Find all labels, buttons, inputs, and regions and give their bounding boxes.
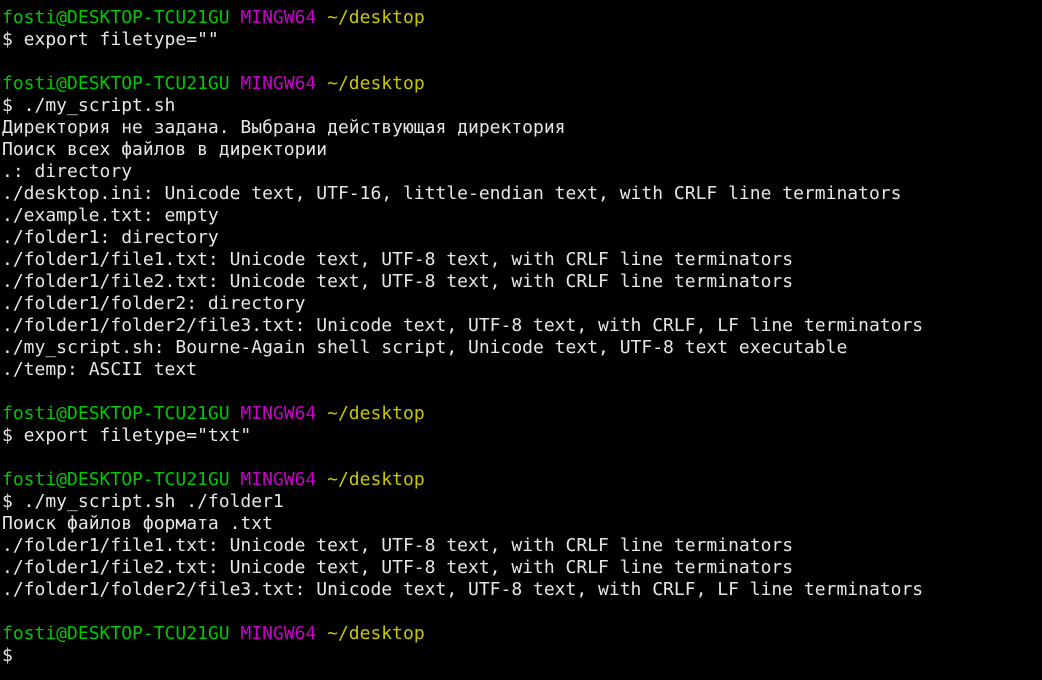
prompt-system: MINGW64 [240, 73, 317, 94]
command-line: $ ./my_script.sh [2, 95, 176, 116]
prompt-path: ~/desktop [327, 7, 425, 28]
prompt-user-host: fosti@DESKTOP-TCU21GU [2, 469, 230, 490]
prompt-system: MINGW64 [240, 623, 317, 644]
output-line: ./desktop.ini: Unicode text, UTF-16, lit… [2, 183, 902, 204]
prompt-line: fosti@DESKTOP-TCU21GU MINGW64 ~/desktop [2, 7, 1042, 29]
output-line: ./folder1: directory [2, 227, 219, 248]
output-line: ./my_script.sh: Bourne-Again shell scrip… [2, 337, 848, 358]
command-line: $ ./my_script.sh ./folder1 [2, 491, 284, 512]
prompt-path: ~/desktop [327, 403, 425, 424]
prompt-path: ~/desktop [327, 623, 425, 644]
prompt-path: ~/desktop [327, 73, 425, 94]
command-line: $ export filetype="" [2, 29, 219, 50]
output-line: Поиск всех файлов в директории [2, 139, 328, 160]
output-line: Директория не задана. Выбрана действующа… [2, 117, 566, 138]
prompt-system: MINGW64 [240, 7, 317, 28]
prompt-line: fosti@DESKTOP-TCU21GU MINGW64 ~/desktop [2, 623, 1042, 645]
prompt-line: fosti@DESKTOP-TCU21GU MINGW64 ~/desktop [2, 73, 1042, 95]
output-line: ./folder1/file1.txt: Unicode text, UTF-8… [2, 249, 794, 270]
command-line: $ export filetype="txt" [2, 425, 252, 446]
output-line: Поиск файлов формата .txt [2, 513, 273, 534]
command-line[interactable]: $ [2, 645, 1042, 667]
output-line: ./folder1/folder2/file3.txt: Unicode tex… [2, 579, 924, 600]
output-line: ./temp: ASCII text [2, 359, 198, 380]
prompt-user-host: fosti@DESKTOP-TCU21GU [2, 403, 230, 424]
output-line: ./folder1/file1.txt: Unicode text, UTF-8… [2, 535, 794, 556]
prompt-line: fosti@DESKTOP-TCU21GU MINGW64 ~/desktop [2, 469, 1042, 491]
prompt-system: MINGW64 [240, 403, 317, 424]
prompt-user-host: fosti@DESKTOP-TCU21GU [2, 73, 230, 94]
terminal-window[interactable]: fosti@DESKTOP-TCU21GU MINGW64 ~/desktop $… [0, 0, 1042, 680]
output-line: .: directory [2, 161, 133, 182]
output-line: ./example.txt: empty [2, 205, 219, 226]
output-line: ./folder1/folder2: directory [2, 293, 306, 314]
prompt-user-host: fosti@DESKTOP-TCU21GU [2, 7, 230, 28]
output-line: ./folder1/file2.txt: Unicode text, UTF-8… [2, 557, 794, 578]
output-line: ./folder1/folder2/file3.txt: Unicode tex… [2, 315, 924, 336]
prompt-system: MINGW64 [240, 469, 317, 490]
prompt-path: ~/desktop [327, 469, 425, 490]
prompt-user-host: fosti@DESKTOP-TCU21GU [2, 623, 230, 644]
output-line: ./folder1/file2.txt: Unicode text, UTF-8… [2, 271, 794, 292]
prompt-line: fosti@DESKTOP-TCU21GU MINGW64 ~/desktop [2, 403, 1042, 425]
